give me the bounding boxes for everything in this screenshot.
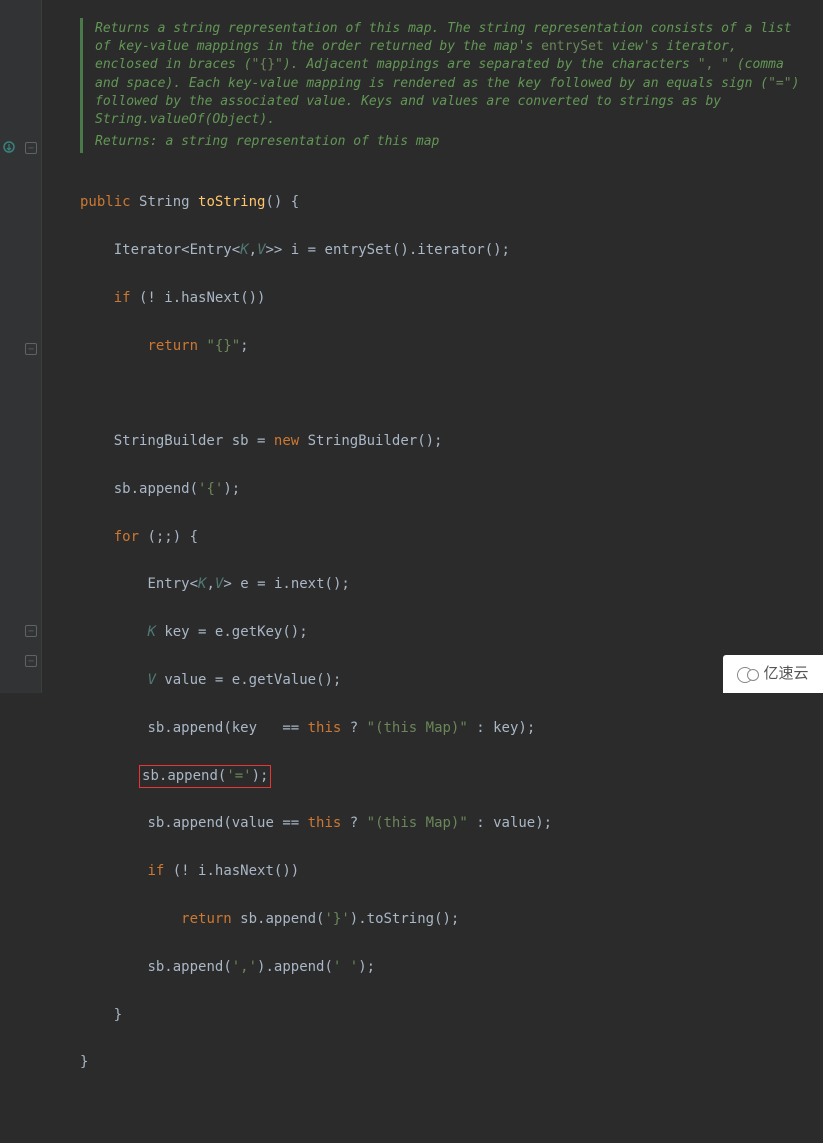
code-line: StringBuilder sb = new StringBuilder(); (80, 430, 803, 454)
code-line: sb.append(value == this ? "(this Map)" :… (80, 812, 803, 836)
javadoc-code: entrySet (541, 39, 604, 54)
code-line: for (;;) { (80, 526, 803, 550)
watermark-badge: 亿速云 (723, 655, 823, 693)
fold-icon[interactable]: − (25, 655, 37, 667)
javadoc-block: Returns a string representation of this … (80, 18, 803, 153)
watermark-text: 亿速云 (763, 661, 808, 687)
code-line: if (! i.hasNext()) (80, 860, 803, 884)
highlighted-code: sb.append('='); (139, 765, 271, 789)
fold-icon[interactable]: − (25, 625, 37, 637)
javadoc-code: "=" (768, 76, 791, 91)
javadoc-link[interactable]: String.valueOf(Object) (95, 112, 267, 127)
code-line: return "{}"; (80, 335, 803, 359)
fold-icon[interactable]: − (25, 142, 37, 154)
code-line: sb.append('{'); (80, 478, 803, 502)
code-area[interactable]: public String toString() { Iterator<Entr… (80, 167, 803, 1123)
code-line: return sb.append('}').toString(); (80, 908, 803, 932)
javadoc-code: "{}" (252, 57, 283, 72)
javadoc-text: . (267, 112, 275, 127)
fold-icon[interactable]: − (25, 343, 37, 355)
code-line: Entry<K,V> e = i.next(); (80, 573, 803, 597)
code-line: sb.append(',').append(' '); (80, 956, 803, 980)
code-line: sb.append('='); (80, 765, 803, 789)
javadoc-returns-text: a string representation of this map (165, 134, 439, 149)
code-line: } (80, 1004, 803, 1028)
javadoc-returns-label: Returns: (95, 134, 165, 149)
javadoc-text: ). Adjacent mappings are separated by th… (283, 57, 698, 72)
code-line: } (80, 1051, 803, 1075)
code-line: public String toString() { (80, 191, 803, 215)
code-line (80, 382, 803, 406)
override-icon[interactable] (2, 140, 16, 160)
code-line: sb.append(key == this ? "(this Map)" : k… (80, 717, 803, 741)
code-editor[interactable]: Returns a string representation of this … (42, 0, 823, 1143)
editor-gutter: − − − − (0, 0, 42, 693)
watermark-logo-icon (737, 667, 759, 681)
code-line: Iterator<Entry<K,V>> i = entrySet().iter… (80, 239, 803, 263)
code-line: V value = e.getValue(); (80, 669, 803, 693)
code-line: if (! i.hasNext()) (80, 287, 803, 311)
code-line: K key = e.getKey(); (80, 621, 803, 645)
javadoc-code: ", " (698, 57, 729, 72)
